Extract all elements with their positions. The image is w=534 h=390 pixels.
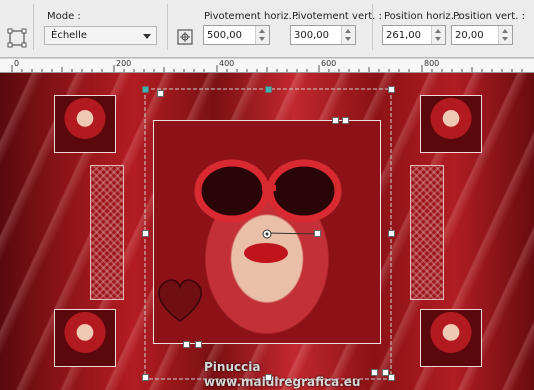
transform-handle[interactable] — [157, 90, 164, 97]
mode-label: Mode : — [47, 11, 81, 22]
spin-down-icon[interactable] — [502, 37, 508, 41]
spin-down-icon[interactable] — [435, 37, 441, 41]
ruler-mark-0: 0 — [14, 59, 20, 68]
spin-down-icon[interactable] — [345, 37, 351, 41]
pos-h-label: Position horiz. : — [384, 11, 461, 22]
transform-handle[interactable] — [332, 117, 339, 124]
transform-handle[interactable] — [195, 341, 202, 348]
spin-up-icon[interactable] — [502, 29, 508, 33]
transform-handle[interactable] — [314, 230, 321, 237]
pivot-v-label: Pivotement vert. : — [292, 11, 382, 22]
transform-handle[interactable] — [183, 341, 190, 348]
pivot-h-value: 500,00 — [207, 30, 242, 41]
deform-tool-icon[interactable] — [7, 28, 27, 48]
pivot-h-label: Pivotement horiz. : — [204, 11, 299, 22]
spin-up-icon[interactable] — [345, 29, 351, 33]
transform-handle[interactable] — [142, 86, 149, 93]
spin-down-icon[interactable] — [259, 37, 265, 41]
pivot-point-icon[interactable] — [175, 27, 195, 47]
transform-handle[interactable] — [388, 374, 395, 381]
transform-handle[interactable] — [142, 230, 149, 237]
pivot-h-field[interactable]: 500,00 — [203, 25, 270, 45]
mode-select-value: Échelle — [51, 30, 88, 41]
spin-up-icon[interactable] — [259, 29, 265, 33]
chevron-down-icon — [143, 34, 151, 39]
pivot-h-spinner[interactable] — [255, 26, 269, 44]
transform-handle[interactable] — [371, 369, 378, 376]
pos-v-spinner[interactable] — [498, 26, 512, 44]
transform-handle[interactable] — [265, 374, 272, 381]
toolbar-divider — [167, 4, 168, 50]
transform-handle[interactable] — [388, 230, 395, 237]
toolbar-divider — [372, 4, 373, 50]
ruler-mark-200: 200 — [116, 59, 132, 68]
transform-handle[interactable] — [388, 86, 395, 93]
pivot-marker-icon[interactable] — [262, 228, 272, 240]
image-canvas[interactable]: Pinuccia www.maidiregrafica.eu — [0, 73, 534, 390]
transform-handle[interactable] — [265, 86, 272, 93]
pos-h-value: 261,00 — [386, 30, 421, 41]
ruler-mark-800: 800 — [424, 59, 440, 68]
spin-up-icon[interactable] — [435, 29, 441, 33]
toolbar-divider — [33, 4, 34, 50]
pos-v-field[interactable]: 20,00 — [451, 25, 513, 45]
pos-h-spinner[interactable] — [431, 26, 445, 44]
pivot-v-value: 300,00 — [294, 30, 329, 41]
ruler-mark-600: 600 — [321, 59, 337, 68]
mode-select[interactable]: Échelle — [44, 26, 157, 45]
pos-h-field[interactable]: 261,00 — [382, 25, 446, 45]
transform-handle[interactable] — [342, 117, 349, 124]
pivot-v-spinner[interactable] — [341, 26, 355, 44]
pos-v-value: 20,00 — [455, 30, 484, 41]
pivot-v-field[interactable]: 300,00 — [290, 25, 356, 45]
horizontal-ruler: 0 200 400 600 800 — [0, 59, 534, 73]
transform-handle[interactable] — [142, 374, 149, 381]
ruler-ticks — [11, 65, 523, 72]
tool-options-bar: Mode : Échelle Pivotement horiz. : 500,0… — [0, 0, 534, 58]
pos-v-label: Position vert. : — [453, 11, 525, 22]
ruler-mark-400: 400 — [219, 59, 235, 68]
